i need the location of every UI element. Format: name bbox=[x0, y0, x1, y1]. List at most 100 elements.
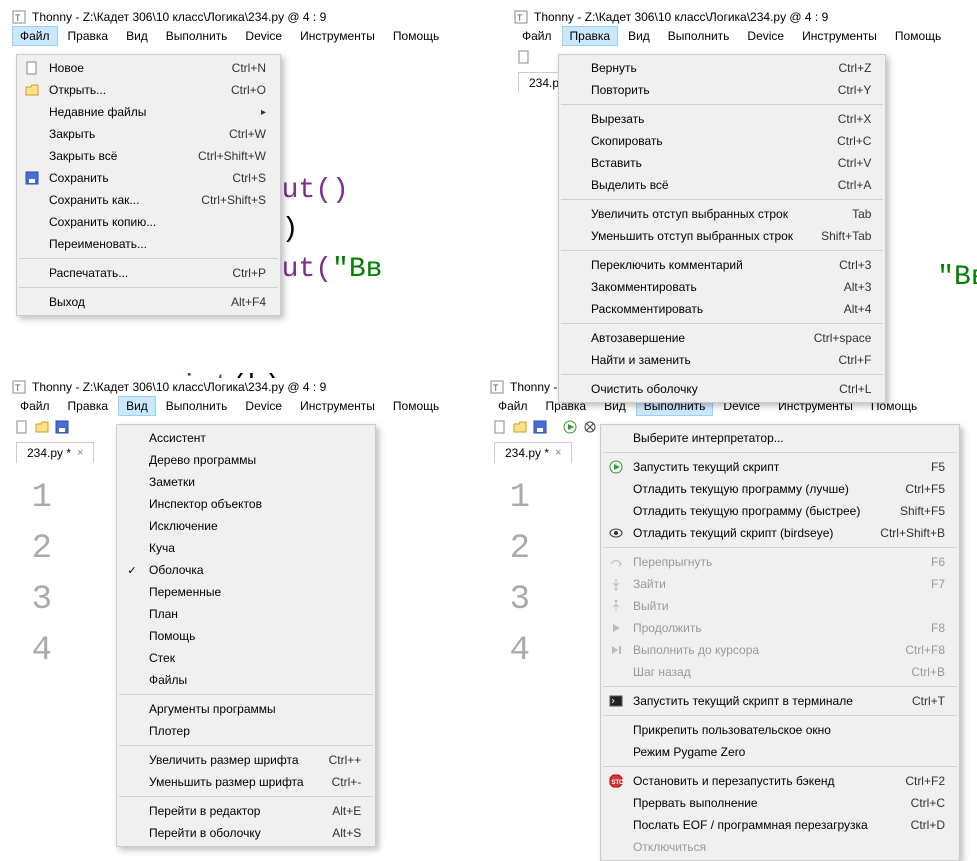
edit-menu-item[interactable]: ПовторитьCtrl+Y bbox=[559, 79, 885, 101]
view-menu-item[interactable]: Ассистент bbox=[117, 427, 375, 449]
menu-run[interactable]: Выполнить bbox=[660, 26, 738, 46]
view-menu-item[interactable]: Дерево программы bbox=[117, 449, 375, 471]
menu-help[interactable]: Помощь bbox=[385, 26, 447, 46]
run-menu-item[interactable]: Отладить текущий скрипт (birdseye)Ctrl+S… bbox=[601, 522, 959, 544]
file-menu-item[interactable]: Открыть...Ctrl+O bbox=[17, 79, 280, 101]
run-menu-item[interactable]: Режим Pygame Zero bbox=[601, 741, 959, 763]
menu-item-label: Заметки bbox=[149, 475, 361, 489]
menu-item-label: Перепрыгнуть bbox=[633, 555, 923, 569]
menu-tools[interactable]: Инструменты bbox=[292, 26, 383, 46]
edit-menu-item[interactable]: РаскомментироватьAlt+4 bbox=[559, 298, 885, 320]
view-menu-item[interactable]: Помощь bbox=[117, 625, 375, 647]
edit-menu-item[interactable]: Очистить оболочкуCtrl+L bbox=[559, 378, 885, 400]
menu-run[interactable]: Выполнить bbox=[158, 396, 236, 416]
menu-device[interactable]: Device bbox=[237, 396, 290, 416]
menu-help[interactable]: Помощь bbox=[385, 396, 447, 416]
menu-edit[interactable]: Правка bbox=[562, 26, 619, 46]
thonny-logo-icon: T bbox=[490, 380, 504, 394]
save-icon[interactable] bbox=[54, 419, 70, 435]
menu-view[interactable]: Вид bbox=[118, 26, 156, 46]
run-menu-item[interactable]: Отладить текущую программу (лучше)Ctrl+F… bbox=[601, 478, 959, 500]
menu-device[interactable]: Device bbox=[237, 26, 290, 46]
new-file-icon[interactable] bbox=[492, 419, 508, 435]
tab-close-icon[interactable]: × bbox=[77, 447, 83, 459]
open-file-icon[interactable] bbox=[34, 419, 50, 435]
menu-tools[interactable]: Инструменты bbox=[794, 26, 885, 46]
file-menu-item[interactable]: СохранитьCtrl+S bbox=[17, 167, 280, 189]
editor-tab[interactable]: 234.py * × bbox=[16, 442, 94, 463]
file-menu-item[interactable]: Сохранить как...Ctrl+Shift+S bbox=[17, 189, 280, 211]
run-menu-item[interactable]: Запустить текущий скриптF5 bbox=[601, 456, 959, 478]
file-menu-item[interactable]: Сохранить копию... bbox=[17, 211, 280, 233]
view-menu-item[interactable]: Перейти в редакторAlt+E bbox=[117, 800, 375, 822]
edit-menu-item[interactable]: ЗакомментироватьAlt+3 bbox=[559, 276, 885, 298]
blank-icon bbox=[607, 481, 625, 497]
menu-device[interactable]: Device bbox=[739, 26, 792, 46]
file-menu-item[interactable]: Закрыть всёCtrl+Shift+W bbox=[17, 145, 280, 167]
save-icon[interactable] bbox=[532, 419, 548, 435]
new-file-icon[interactable] bbox=[516, 49, 532, 65]
edit-menu-item[interactable]: ВернутьCtrl+Z bbox=[559, 57, 885, 79]
view-menu-item[interactable]: Инспектор объектов bbox=[117, 493, 375, 515]
edit-menu-item[interactable]: ВставитьCtrl+V bbox=[559, 152, 885, 174]
editor-tab[interactable]: 234.py * × bbox=[494, 442, 572, 463]
menu-item-label: Зайти bbox=[633, 577, 923, 591]
menu-edit[interactable]: Правка bbox=[60, 26, 117, 46]
menu-view[interactable]: Вид bbox=[620, 26, 658, 46]
run-menu-item[interactable]: STOPОстановить и перезапустить бэкендCtr… bbox=[601, 770, 959, 792]
view-menu-item[interactable]: Переменные bbox=[117, 581, 375, 603]
view-menu-item[interactable]: Исключение bbox=[117, 515, 375, 537]
view-menu-item[interactable]: Файлы bbox=[117, 669, 375, 691]
view-menu-item[interactable]: Уменьшить размер шрифтаCtrl+- bbox=[117, 771, 375, 793]
menu-item-label: Повторить bbox=[591, 83, 830, 97]
tab-close-icon[interactable]: × bbox=[555, 447, 561, 459]
open-file-icon[interactable] bbox=[512, 419, 528, 435]
menu-file[interactable]: Файл bbox=[490, 396, 536, 416]
file-menu-item[interactable]: Переименовать... bbox=[17, 233, 280, 255]
menu-file[interactable]: Файл bbox=[12, 396, 58, 416]
run-menu-item[interactable]: Запустить текущий скрипт в терминалеCtrl… bbox=[601, 690, 959, 712]
menu-edit[interactable]: Правка bbox=[60, 396, 117, 416]
run-menu-item[interactable]: Отладить текущую программу (быстрее)Shif… bbox=[601, 500, 959, 522]
file-menu-item[interactable]: Распечатать...Ctrl+P bbox=[17, 262, 280, 284]
view-menu-item[interactable]: Стек bbox=[117, 647, 375, 669]
edit-menu-item[interactable]: Уменьшить отступ выбранных строкShift+Ta… bbox=[559, 225, 885, 247]
view-menu-item[interactable]: Заметки bbox=[117, 471, 375, 493]
file-menu-item[interactable]: ЗакрытьCtrl+W bbox=[17, 123, 280, 145]
file-menu-item[interactable]: ВыходAlt+F4 bbox=[17, 291, 280, 313]
view-menu-item[interactable]: Аргументы программы bbox=[117, 698, 375, 720]
edit-menu-item[interactable]: Увеличить отступ выбранных строкTab bbox=[559, 203, 885, 225]
blank-icon bbox=[565, 111, 583, 127]
edit-menu-item[interactable]: АвтозавершениеCtrl+space bbox=[559, 327, 885, 349]
menu-help[interactable]: Помощь bbox=[887, 26, 949, 46]
view-menu-item[interactable]: План bbox=[117, 603, 375, 625]
edit-menu-dropdown: ВернутьCtrl+ZПовторитьCtrl+Y ВырезатьCtrl… bbox=[558, 54, 886, 403]
view-menu-item[interactable]: Увеличить размер шрифтаCtrl++ bbox=[117, 749, 375, 771]
run-menu-item[interactable]: Прервать выполнениеCtrl+C bbox=[601, 792, 959, 814]
run-menu-item[interactable]: Послать EOF / программная перезагрузкаCt… bbox=[601, 814, 959, 836]
view-menu-item[interactable]: Куча bbox=[117, 537, 375, 559]
file-menu-item[interactable]: НовоеCtrl+N bbox=[17, 57, 280, 79]
blank-icon bbox=[123, 518, 141, 534]
menu-file[interactable]: Файл bbox=[12, 26, 58, 46]
file-menu-item[interactable]: Недавние файлы▸ bbox=[17, 101, 280, 123]
edit-menu-item[interactable]: Переключить комментарийCtrl+3 bbox=[559, 254, 885, 276]
code-editor[interactable]: nput() (a) nput("Вв bbox=[248, 126, 478, 328]
edit-menu-item[interactable]: ВырезатьCtrl+X bbox=[559, 108, 885, 130]
run-menu-item[interactable]: Выберите интерпретатор... bbox=[601, 427, 959, 449]
menu-tools[interactable]: Инструменты bbox=[292, 396, 383, 416]
run-menu-item[interactable]: Прикрепить пользовательское окно bbox=[601, 719, 959, 741]
menu-file[interactable]: Файл bbox=[514, 26, 560, 46]
menu-separator bbox=[603, 686, 957, 687]
menu-view[interactable]: Вид bbox=[118, 396, 156, 416]
view-menu-item[interactable]: Плотер bbox=[117, 720, 375, 742]
edit-menu-item[interactable]: СкопироватьCtrl+C bbox=[559, 130, 885, 152]
debug-icon[interactable] bbox=[582, 419, 598, 435]
edit-menu-item[interactable]: Выделить всёCtrl+A bbox=[559, 174, 885, 196]
run-icon[interactable] bbox=[562, 419, 578, 435]
view-menu-item[interactable]: Перейти в оболочкуAlt+S bbox=[117, 822, 375, 844]
new-file-icon[interactable] bbox=[14, 419, 30, 435]
menu-run[interactable]: Выполнить bbox=[158, 26, 236, 46]
view-menu-item[interactable]: Оболочка bbox=[117, 559, 375, 581]
edit-menu-item[interactable]: Найти и заменитьCtrl+F bbox=[559, 349, 885, 371]
